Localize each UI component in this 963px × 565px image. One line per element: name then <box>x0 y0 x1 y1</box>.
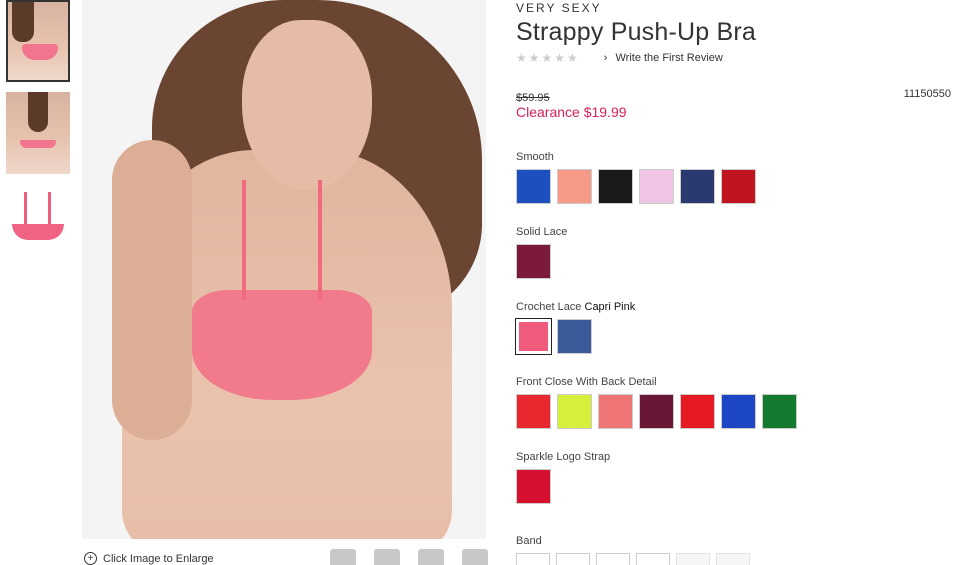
band-size-36[interactable]: 36 <box>636 553 670 565</box>
email-icon[interactable] <box>462 549 488 565</box>
enlarge-image-link[interactable]: + Click Image to Enlarge <box>84 552 214 565</box>
color-group-name: Solid Lace <box>516 226 568 238</box>
enlarge-label: Click Image to Enlarge <box>103 552 214 565</box>
thumbnail-product[interactable] <box>6 184 70 266</box>
color-group: Crochet Lace Capri Pink <box>515 301 956 355</box>
color-group-label: Solid Lace <box>516 226 956 238</box>
color-swatch[interactable] <box>516 244 551 279</box>
rating-stars: ★★★★★ <box>516 51 580 65</box>
color-group: Front Close With Back Detail <box>516 376 956 429</box>
color-group-label: Smooth <box>516 151 956 163</box>
color-swatch[interactable] <box>598 169 633 204</box>
color-swatch[interactable] <box>762 394 797 429</box>
color-swatch[interactable] <box>557 319 592 354</box>
twitter-icon[interactable] <box>374 549 400 565</box>
color-swatch[interactable] <box>516 169 551 204</box>
color-swatch[interactable] <box>680 169 715 204</box>
color-group-name: Front Close With Back Detail <box>516 376 657 388</box>
swatch-list <box>515 318 956 355</box>
color-swatch[interactable] <box>515 318 552 355</box>
swatch-list <box>516 394 956 429</box>
band-label: Band <box>516 535 542 547</box>
facebook-icon[interactable] <box>330 549 356 565</box>
main-product-image[interactable] <box>82 0 486 539</box>
swatch-list <box>516 169 956 204</box>
color-swatch[interactable] <box>680 394 715 429</box>
chevron-right-icon: › <box>603 52 608 64</box>
clearance-price: Clearance $19.99 <box>516 104 627 120</box>
color-swatch[interactable] <box>639 169 674 204</box>
swatch-list <box>516 244 956 279</box>
color-group: Solid Lace <box>516 226 956 279</box>
color-group: Sparkle Logo Strap <box>516 451 956 504</box>
color-group-label: Front Close With Back Detail <box>516 376 956 388</box>
original-price: $59.95 <box>516 92 550 104</box>
brand-label: VERY SEXY <box>516 1 602 15</box>
band-size-40[interactable]: 40 <box>716 553 750 565</box>
product-sku: 11150550 <box>903 88 951 100</box>
review-row: ★★★★★ › Write the First Review <box>516 51 956 65</box>
color-groups: Smooth Solid Lace Crochet Lace Capri Pink F… <box>515 151 956 504</box>
band-size-30[interactable]: 30 <box>516 553 550 565</box>
band-size-34[interactable]: 34 <box>596 553 630 565</box>
zoom-plus-icon: + <box>84 552 97 565</box>
color-swatch[interactable] <box>639 394 674 429</box>
band-size-group: Band 30 32 34 36 38 40 <box>516 535 956 565</box>
swatch-list <box>516 469 956 504</box>
band-size-38[interactable]: 38 <box>676 553 710 565</box>
color-group-label: Sparkle Logo Strap <box>516 451 956 463</box>
band-size-list: 30 32 34 36 38 40 <box>516 553 956 565</box>
color-group: Smooth <box>516 151 956 204</box>
color-swatch[interactable] <box>598 394 633 429</box>
color-group-name: Smooth <box>516 151 554 163</box>
product-info: VERY SEXY Strappy Push-Up Bra ★★★★★ › Wr… <box>515 0 956 565</box>
selected-color-name: Capri Pink <box>581 301 636 313</box>
thumbnail-back[interactable] <box>6 92 70 174</box>
thumbnail-front[interactable] <box>6 0 70 82</box>
pinterest-icon[interactable] <box>418 549 444 565</box>
thumbnail-list <box>6 0 72 276</box>
color-group-name: Sparkle Logo Strap <box>516 451 611 463</box>
color-swatch[interactable] <box>557 394 592 429</box>
color-swatch[interactable] <box>721 169 756 204</box>
band-size-32[interactable]: 32 <box>556 553 590 565</box>
write-review-link[interactable]: › Write the First Review <box>604 52 723 64</box>
color-swatch[interactable] <box>516 469 551 504</box>
color-swatch[interactable] <box>557 169 592 204</box>
color-swatch[interactable] <box>721 394 756 429</box>
social-share <box>330 549 488 565</box>
color-group-name: Crochet Lace <box>516 301 582 313</box>
color-swatch[interactable] <box>516 394 551 429</box>
product-title: Strappy Push-Up Bra <box>516 18 757 46</box>
write-review-label: Write the First Review <box>615 52 723 64</box>
color-group-label: Crochet Lace Capri Pink <box>516 301 956 313</box>
price-row: $59.95 11150550 <box>516 88 956 104</box>
